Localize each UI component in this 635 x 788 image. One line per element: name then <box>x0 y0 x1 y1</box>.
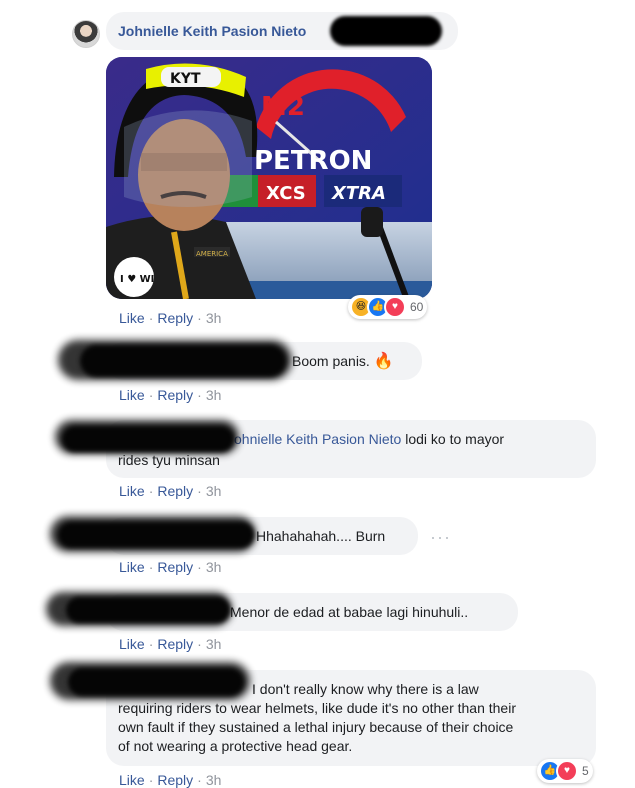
comment-reaction-count: 5 <box>582 764 589 778</box>
separator: · <box>197 310 202 326</box>
timestamp[interactable]: 3h <box>206 772 222 788</box>
author-name-link[interactable]: Johnielle Keith Pasion Nieto <box>118 23 306 39</box>
separator: · <box>148 559 154 575</box>
redaction-scribble <box>68 668 244 696</box>
like-link[interactable]: Like <box>119 636 145 652</box>
comment-text: lodi ko to mayor <box>401 431 505 447</box>
separator: · <box>148 387 154 403</box>
author-avatar[interactable] <box>72 20 100 48</box>
like-link[interactable]: Like <box>119 772 145 788</box>
comment-reactions[interactable]: 👍 ♥ 5 <box>537 759 593 783</box>
redaction-mark <box>330 16 442 46</box>
separator: · <box>148 310 154 326</box>
redaction-scribble <box>80 345 286 377</box>
sign-m2-text: M2 <box>261 92 305 122</box>
reply-link[interactable]: Reply <box>157 772 193 788</box>
separator: · <box>197 772 202 788</box>
selfie-image: M2 PETRON XCS XTRA KYT I ♥ WI AMERICA <box>106 57 432 299</box>
separator: · <box>197 636 202 652</box>
timestamp[interactable]: 3h <box>206 387 222 403</box>
separator: · <box>197 387 202 403</box>
comment-actions: Like · Reply · 3h <box>119 559 221 575</box>
sign-petron-text: PETRON <box>254 146 372 176</box>
like-link[interactable]: Like <box>119 310 145 326</box>
comment-text: I don't really know why there is a law <box>252 681 479 697</box>
comment-actions: Like · Reply · 3h <box>119 636 221 652</box>
separator: · <box>148 483 154 499</box>
timestamp[interactable]: 3h <box>206 559 222 575</box>
reply-link[interactable]: Reply <box>157 310 193 326</box>
post-actions: Like · Reply · 3h <box>119 310 221 326</box>
reply-link[interactable]: Reply <box>157 483 193 499</box>
helmet-brand-text: KYT <box>170 71 201 87</box>
patch-text: AMERICA <box>196 250 228 258</box>
redaction-scribble <box>58 522 254 548</box>
comment-text: requiring riders to wear helmets, like d… <box>118 700 516 716</box>
timestamp[interactable]: 3h <box>206 310 222 326</box>
redaction-scribble <box>62 426 234 452</box>
fire-emoji: 🔥 <box>373 353 394 370</box>
timestamp[interactable]: 3h <box>206 483 222 499</box>
like-link[interactable]: Like <box>119 483 145 499</box>
post-reactions[interactable]: 😆 👍 ♥ 60 <box>348 295 428 319</box>
separator: · <box>148 636 154 652</box>
sign-xcs-text: XCS <box>266 183 306 204</box>
comment-text: Boom panis. <box>292 353 370 369</box>
like-link[interactable]: Like <box>119 559 145 575</box>
reply-link[interactable]: Reply <box>157 636 193 652</box>
like-link[interactable]: Like <box>119 387 145 403</box>
badge-text: I ♥ WI <box>120 274 154 285</box>
comment-text: rides tyu minsan <box>118 452 220 468</box>
more-options-button[interactable]: ··· <box>430 527 451 548</box>
love-reaction-icon: ♥ <box>384 296 406 318</box>
reply-link[interactable]: Reply <box>157 559 193 575</box>
comment-text: Menor de edad at babae lagi hinuhuli.. <box>230 604 469 620</box>
comment-text: of not wearing a protective head gear. <box>118 738 353 754</box>
post-reaction-count: 60 <box>410 300 424 314</box>
comment-actions: Like · Reply · 3h <box>119 772 221 788</box>
comment-text: Hhahahahah.... Burn <box>256 528 386 544</box>
redaction-scribble <box>66 597 230 623</box>
sign-xtra-text: XTRA <box>331 183 386 204</box>
mention-link[interactable]: ohnielle Keith Pasion Nieto <box>234 431 401 447</box>
separator: · <box>148 772 154 788</box>
comment-actions: Like · Reply · 3h <box>119 387 221 403</box>
comment-actions: Like · Reply · 3h <box>119 483 221 499</box>
comment-text: own fault if they sustained a lethal inj… <box>118 719 514 735</box>
separator: · <box>197 559 202 575</box>
reply-link[interactable]: Reply <box>157 387 193 403</box>
post-photo[interactable]: M2 PETRON XCS XTRA KYT I ♥ WI AMERICA <box>106 57 432 299</box>
love-reaction-icon: ♥ <box>556 760 578 782</box>
timestamp[interactable]: 3h <box>206 636 222 652</box>
separator: · <box>197 483 202 499</box>
